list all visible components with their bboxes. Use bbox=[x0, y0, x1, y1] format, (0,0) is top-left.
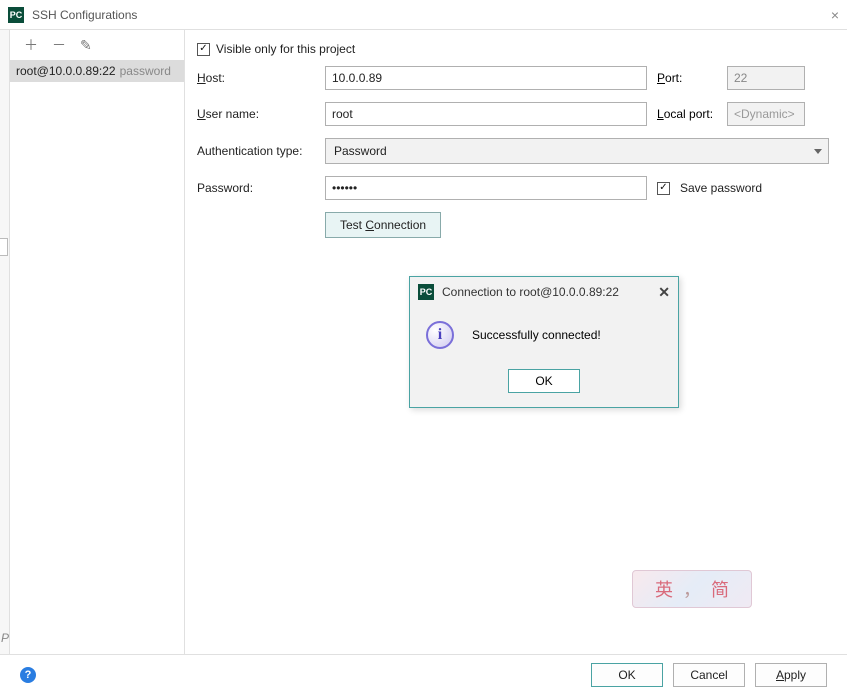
password-label: Password: bbox=[197, 181, 315, 195]
form-area: Visible only for this project Host: 10.0… bbox=[185, 30, 847, 654]
authtype-label: Authentication type: bbox=[197, 144, 315, 158]
edit-icon[interactable]: ✎ bbox=[80, 37, 92, 54]
port-label: Port: bbox=[657, 71, 717, 85]
test-connection-button[interactable]: Test Connection bbox=[325, 212, 441, 238]
authtype-select[interactable]: Password bbox=[325, 138, 829, 164]
chevron-down-icon bbox=[814, 149, 822, 154]
add-icon[interactable]: ＋ bbox=[24, 35, 38, 55]
config-item-label: root@10.0.0.89:22 bbox=[16, 64, 116, 78]
ok-button[interactable]: OK bbox=[591, 663, 663, 687]
host-label: Host: bbox=[197, 71, 315, 85]
cancel-button[interactable]: Cancel bbox=[673, 663, 745, 687]
help-icon[interactable]: ? bbox=[20, 667, 36, 683]
main-area: P ＋ － ✎ root@10.0.0.89:22 password Visib… bbox=[0, 30, 847, 655]
gutter-handle[interactable] bbox=[0, 238, 8, 256]
ime-mode: 简 bbox=[711, 576, 729, 602]
title-bar: PC SSH Configurations × bbox=[0, 0, 847, 30]
visible-only-label: Visible only for this project bbox=[216, 42, 355, 56]
window-title: SSH Configurations bbox=[32, 8, 831, 22]
port-input[interactable]: 22 bbox=[727, 66, 805, 90]
gutter-letter: P bbox=[1, 631, 9, 645]
dialog-message: Successfully connected! bbox=[472, 328, 601, 342]
app-icon: PC bbox=[8, 7, 24, 23]
localport-input[interactable]: <Dynamic> bbox=[727, 102, 805, 126]
password-input[interactable]: •••••• bbox=[325, 176, 647, 200]
dialog-app-icon: PC bbox=[418, 284, 434, 300]
ime-lang: 英 bbox=[655, 576, 673, 602]
dialog-title: Connection to root@10.0.0.89:22 bbox=[442, 285, 658, 299]
save-password-label: Save password bbox=[680, 181, 762, 195]
config-list-item[interactable]: root@10.0.0.89:22 password bbox=[10, 60, 184, 82]
info-icon: i bbox=[426, 321, 454, 349]
authtype-value: Password bbox=[334, 144, 387, 158]
host-input[interactable]: 10.0.0.89 bbox=[325, 66, 647, 90]
save-password-checkbox[interactable] bbox=[657, 182, 670, 195]
remove-icon[interactable]: － bbox=[52, 35, 66, 55]
sidebar-toolbar: ＋ － ✎ bbox=[10, 30, 184, 60]
ime-indicator[interactable]: 英 ， 简 bbox=[632, 570, 752, 608]
username-label: User name: bbox=[197, 107, 315, 121]
test-connection-label: Test Connection bbox=[340, 218, 426, 232]
connection-result-dialog: PC Connection to root@10.0.0.89:22 ✕ i S… bbox=[409, 276, 679, 408]
ime-separator: ， bbox=[683, 576, 701, 602]
window-close-icon[interactable]: × bbox=[831, 7, 839, 23]
left-gutter: P bbox=[0, 30, 10, 654]
username-input[interactable]: root bbox=[325, 102, 647, 126]
visible-only-checkbox[interactable] bbox=[197, 43, 210, 56]
localport-label: Local port: bbox=[657, 107, 717, 121]
dialog-ok-button[interactable]: OK bbox=[508, 369, 580, 393]
dialog-close-icon[interactable]: ✕ bbox=[658, 284, 670, 301]
config-item-suffix: password bbox=[120, 64, 171, 78]
apply-button[interactable]: Apply bbox=[755, 663, 827, 687]
configurations-sidebar: ＋ － ✎ root@10.0.0.89:22 password bbox=[10, 30, 185, 654]
dialog-button-bar: ? OK Cancel Apply bbox=[0, 655, 847, 695]
